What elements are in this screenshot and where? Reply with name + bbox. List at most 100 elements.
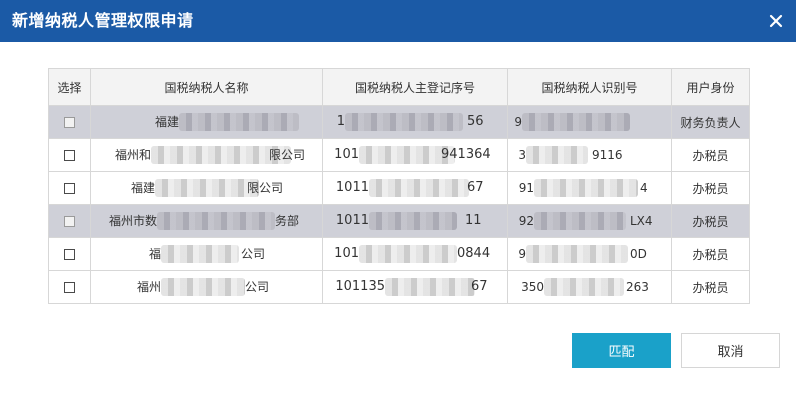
taxpayer-name-cell-visible-start: 福州 [136,280,161,294]
select-cell [48,204,91,238]
row-checkbox[interactable] [64,183,75,194]
table-header-row: 选择 国税纳税人名称 国税纳税人主登记序号 国税纳税人识别号 用户身份 [48,68,750,106]
taxpayer-name-cell-redaction [161,245,239,263]
match-button[interactable]: 匹配 [572,333,671,368]
select-cell [48,270,91,304]
registration-number-cell: 101 941364 [322,138,508,172]
row-checkbox[interactable] [64,282,75,293]
row-checkbox [64,216,75,227]
registration-number-cell-redaction [345,113,463,131]
taxpayer-name-cell-visible-start: 福建 [154,115,179,129]
registration-number-cell-visible-end: 67 [467,180,484,195]
registration-number-cell: 1011 11 [322,204,508,238]
registration-number-cell-redaction [369,212,457,230]
tax-id-cell-redaction [522,113,630,131]
taxpayer-name-cell-visible-end: 限公司 [247,181,284,195]
tax-id-cell-redaction [544,278,624,296]
tax-id-cell: 3 9116 [507,138,672,172]
registration-number-cell: 101135 67 [322,270,508,304]
taxpayer-name-cell-visible-end: 公司 [241,247,266,261]
registration-number-cell-visible-end: 11 [465,213,482,228]
taxpayer-name-cell: 福州和 限公司 [90,138,323,172]
tax-id-cell-visible-start: 350 [521,280,544,294]
tax-id-cell-visible-start: 92 [518,214,534,228]
table-row[interactable]: 福建 限公司 1011 67 91 4 办税员 [48,171,750,205]
registration-number-cell: 101 0844 [322,237,508,271]
user-role-cell: 办税员 [671,138,750,172]
taxpayer-name-cell: 福州 公司 [90,270,323,304]
registration-number-cell-visible-end: 67 [471,279,488,294]
tax-id-cell-visible-end: 0D [630,247,647,261]
tax-id-cell-visible-end: LX4 [630,214,653,228]
row-checkbox[interactable] [64,150,75,161]
table-row[interactable]: 福 公司 101 0844 9 0D 办税员 [48,237,750,271]
tax-id-cell: 9 [507,105,672,139]
user-role-cell: 办税员 [671,171,750,205]
user-role-cell: 办税员 [671,237,750,271]
taxpayer-name-cell-visible-start: 福州和 [114,148,151,162]
user-role-cell: 办税员 [671,204,750,238]
user-role-cell: 办税员 [671,270,750,304]
taxpayer-name-cell: 福州市数 务部 [90,204,323,238]
taxpayer-name-cell-redaction [157,212,275,230]
tax-id-cell-visible-end: 4 [640,181,648,195]
registration-number-cell-visible-end: 56 [467,114,484,129]
dialog-title-bar: 新增纳税人管理权限申请 [0,0,796,42]
row-checkbox[interactable] [64,249,75,260]
tax-id-cell: 91 4 [507,171,672,205]
registration-number-cell-redaction [369,179,469,197]
select-cell [48,138,91,172]
registration-number-cell-visible-end: 0844 [457,246,491,261]
dialog-title: 新增纳税人管理权限申请 [12,11,194,30]
header-registration-number: 国税纳税人主登记序号 [322,68,508,106]
taxpayer-name-cell: 福建 [90,105,323,139]
taxpayer-name-cell-redaction [155,179,259,197]
table-row[interactable]: 福州和 限公司 101 941364 3 9116 办税员 [48,138,750,172]
taxpayer-name-cell-visible-start: 福 [148,247,161,261]
user-role-cell: 财务负责人 [671,105,750,139]
tax-id-cell-visible-end: 9116 [592,148,623,162]
tax-id-cell-visible-start: 9 [518,247,526,261]
tax-id-cell: 92 LX4 [507,204,672,238]
registration-number-cell-visible-start: 101135 [335,279,385,294]
registration-number-cell: 1011 67 [322,171,508,205]
tax-id-cell-redaction [526,146,588,164]
cancel-button[interactable]: 取消 [681,333,780,368]
taxpayer-name-cell-visible-start: 福建 [130,181,155,195]
table-row: 福建 1 56 9 财务负责人 [48,105,750,139]
taxpayer-name-cell-visible-end: 务部 [275,214,300,228]
close-icon[interactable] [766,11,786,31]
registration-number-cell-redaction [385,278,475,296]
registration-number-cell-visible-start: 1011 [335,213,369,228]
taxpayer-table: 选择 国税纳税人名称 国税纳税人主登记序号 国税纳税人识别号 用户身份 福建 1 5… [48,68,750,304]
taxpayer-name-cell-redaction [161,278,245,296]
taxpayer-name-cell-visible-end: 限公司 [269,148,306,162]
tax-id-cell-redaction [534,212,626,230]
registration-number-cell-visible-start: 101 [334,246,359,261]
registration-number-cell: 1 56 [322,105,508,139]
header-user-role: 用户身份 [671,68,750,106]
header-tax-id: 国税纳税人识别号 [507,68,672,106]
taxpayer-name-cell-visible-start: 福州市数 [108,214,157,228]
tax-id-cell-visible-start: 3 [518,148,526,162]
tax-id-cell-redaction [534,179,638,197]
registration-number-cell-visible-start: 1011 [335,180,369,195]
tax-id-cell-visible-end: 263 [626,280,649,294]
taxpayer-name-cell-visible-end: 公司 [245,280,270,294]
header-select: 选择 [48,68,91,106]
taxpayer-name-cell-redaction [179,113,299,131]
registration-number-cell-visible-start: 101 [334,147,359,162]
row-checkbox [64,117,75,128]
taxpayer-name-cell: 福 公司 [90,237,323,271]
select-cell [48,171,91,205]
table-row[interactable]: 福州 公司 101135 67 350 263 办税员 [48,270,750,304]
table-row: 福州市数 务部 1011 11 92 LX4 办税员 [48,204,750,238]
registration-number-cell-redaction [359,245,457,263]
tax-id-cell-visible-start: 91 [518,181,534,195]
select-cell [48,237,91,271]
tax-id-cell: 9 0D [507,237,672,271]
registration-number-cell-visible-start: 1 [336,114,345,129]
taxpayer-name-cell: 福建 限公司 [90,171,323,205]
select-cell [48,105,91,139]
tax-id-cell-redaction [526,245,628,263]
